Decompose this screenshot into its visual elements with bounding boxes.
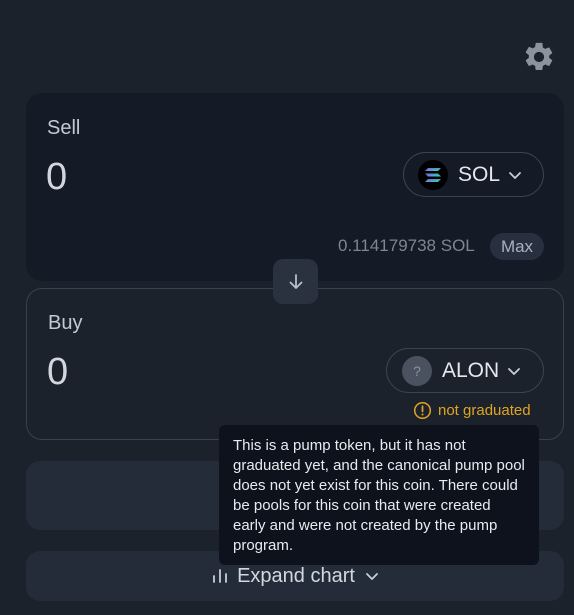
graduation-status[interactable]: not graduated	[413, 401, 531, 420]
bar-chart-icon	[213, 569, 227, 583]
sell-token-name: SOL	[458, 162, 501, 186]
chevron-down-icon	[509, 171, 521, 179]
buy-amount-input[interactable]: 0	[47, 351, 68, 394]
graduation-status-text: not graduated	[438, 402, 531, 419]
chevron-down-icon	[508, 367, 521, 375]
sell-amount-input[interactable]: 0	[46, 156, 67, 199]
sell-balance: 0.114179738 SOL	[338, 236, 475, 255]
max-button[interactable]: Max	[490, 233, 544, 260]
gear-icon[interactable]	[522, 40, 556, 74]
swap-direction-button[interactable]	[273, 259, 318, 304]
warning-circle-icon	[413, 401, 432, 420]
sell-card: Sell 0 SOL 0.114179738 SOL Max	[26, 93, 564, 281]
swap-widget: Sell 0 SOL 0.114179738 SOL Max Buy 0 ? A…	[0, 0, 574, 615]
unknown-token-icon: ?	[402, 355, 432, 386]
sell-token-selector[interactable]: SOL	[403, 152, 544, 197]
buy-label: Buy	[48, 312, 83, 334]
sol-token-icon	[418, 159, 448, 190]
chevron-down-icon	[366, 573, 378, 580]
expand-chart-label: Expand chart	[237, 564, 355, 587]
buy-token-selector[interactable]: ? ALON	[386, 348, 544, 393]
arrow-down-icon	[289, 273, 302, 289]
graduation-tooltip: This is a pump token, but it has not gra…	[219, 425, 539, 565]
buy-token-name: ALON	[442, 358, 500, 382]
sell-label: Sell	[47, 117, 81, 139]
